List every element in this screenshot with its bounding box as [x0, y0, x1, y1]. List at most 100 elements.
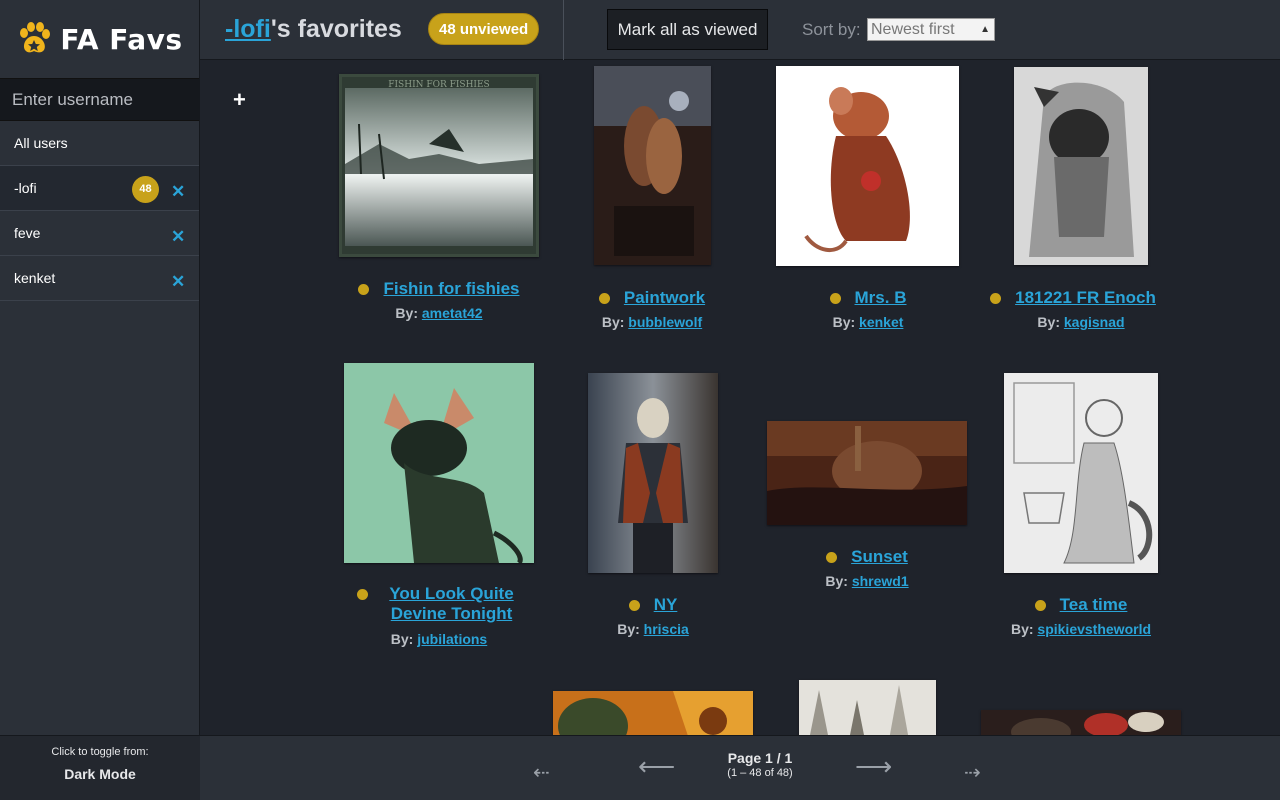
sort-select[interactable]: Newest first ▲: [867, 18, 995, 41]
submission-title-link[interactable]: Paintwork: [624, 288, 705, 308]
paw-icon: [20, 22, 51, 53]
unviewed-dot: [829, 293, 841, 304]
sidebar: FA Favs + All users -lofi 48 ✕ feve ✕ ke…: [0, 0, 246, 800]
card-title-row: Fishin for fishies: [339, 279, 539, 299]
thumbnail-partial[interactable]: [799, 680, 936, 735]
page-range: (1 – 48 of 48): [727, 767, 793, 779]
submission-author: By: bubblewolf: [572, 314, 732, 330]
page-number: Page 1 / 1: [727, 750, 793, 766]
submission-title-link[interactable]: Tea time: [1060, 595, 1128, 615]
favorites-gallery: FISHIN FOR FISHIES Fishin for fishies By…: [200, 60, 1280, 735]
thumbnail-fishin-for-fishies[interactable]: FISHIN FOR FISHIES: [339, 74, 539, 257]
add-user-bar: +: [0, 78, 246, 121]
sidebar-item-kenket[interactable]: kenket ✕: [0, 256, 199, 301]
thumbnail-sunset[interactable]: [767, 421, 967, 525]
thumbnail-partial[interactable]: [981, 710, 1181, 735]
mark-all-viewed-button[interactable]: Mark all as viewed: [607, 9, 768, 50]
submission-author: By: jubilations: [339, 631, 539, 647]
thumbnail-mrs-b[interactable]: [776, 66, 959, 266]
unviewed-dot: [826, 552, 838, 563]
by-label: By:: [395, 305, 418, 321]
remove-user-icon[interactable]: ✕: [171, 227, 185, 247]
pagination-bar: ⇠ ⟵ Page 1 / 1 (1 – 48 of 48) ⟶ ⇢: [200, 735, 1280, 800]
toggle-mode-label: Dark Mode: [64, 766, 136, 782]
sidebar-item-feve[interactable]: feve ✕: [0, 211, 199, 256]
toggle-hint: Click to toggle from:: [51, 746, 149, 758]
thumbnail-image: [776, 66, 959, 266]
sort-label: Sort by:: [802, 20, 861, 39]
page-indicator: Page 1 / 1 (1 – 48 of 48): [710, 750, 810, 779]
author-link[interactable]: ametat42: [422, 305, 483, 321]
unviewed-dot: [598, 293, 610, 304]
unviewed-dot: [628, 600, 640, 611]
unviewed-dot: [356, 589, 368, 600]
by-label: By:: [390, 631, 414, 647]
unviewed-badge: 48 unviewed: [428, 13, 540, 45]
thumbnail-partial[interactable]: [553, 691, 753, 735]
sidebar-item-label: kenket: [14, 270, 56, 286]
page-title: -lofi's favorites: [225, 15, 402, 44]
submission-title-link[interactable]: You Look Quite Devine Tonight: [382, 584, 522, 624]
remove-user-icon[interactable]: ✕: [171, 182, 185, 202]
author-link[interactable]: shrewd1: [852, 573, 909, 589]
sidebar-item-label: -lofi: [14, 180, 37, 196]
author-link[interactable]: spikievstheworld: [1037, 621, 1151, 637]
submission-author: By: kenket: [788, 314, 948, 330]
header-divider: [563, 0, 564, 60]
sidebar-item-lofi[interactable]: -lofi 48 ✕: [0, 166, 199, 211]
card-title-row: Sunset: [787, 547, 947, 567]
thumbnail-paintwork[interactable]: [594, 66, 711, 265]
svg-text:FISHIN FOR FISHIES: FISHIN FOR FISHIES: [388, 80, 489, 90]
by-label: By:: [1010, 621, 1034, 637]
author-link[interactable]: hriscia: [644, 621, 689, 637]
card-title-row: Paintwork: [572, 288, 732, 308]
last-page-arrow-icon[interactable]: ⇢: [964, 760, 981, 785]
thumbnail-image: [1014, 67, 1148, 265]
prev-page-arrow-icon[interactable]: ⟵: [638, 751, 675, 782]
author-link[interactable]: jubilations: [417, 631, 487, 647]
page-title-suffix: 's favorites: [270, 15, 402, 43]
submission-author: By: shrewd1: [787, 573, 947, 589]
first-page-arrow-icon[interactable]: ⇠: [533, 760, 550, 785]
submission-title-link[interactable]: Fishin for fishies: [383, 279, 519, 299]
remove-user-icon[interactable]: ✕: [171, 272, 185, 292]
next-page-arrow-icon[interactable]: ⟶: [855, 751, 892, 782]
sidebar-item-label: All users: [14, 135, 68, 151]
app-logo[interactable]: FA Favs: [0, 0, 199, 78]
sort-selected-value: Newest first: [871, 20, 955, 38]
author-link[interactable]: bubblewolf: [628, 314, 702, 330]
by-label: By:: [832, 314, 856, 330]
unviewed-dot: [358, 284, 370, 295]
submission-author: By: spikievstheworld: [996, 621, 1166, 637]
thumbnail-image: [799, 680, 936, 735]
submission-author: By: ametat42: [339, 305, 539, 321]
submission-title-link[interactable]: Mrs. B: [855, 288, 907, 308]
thumbnail-image: [594, 66, 711, 265]
thumbnail-181221-fr-enoch[interactable]: [1014, 67, 1148, 265]
header: -lofi's favorites 48 unviewed Mark all a…: [200, 0, 1280, 60]
thumbnail-image: [1004, 373, 1158, 573]
thumbnail-image: [344, 363, 534, 563]
thumbnail-ny[interactable]: [588, 373, 718, 573]
by-label: By:: [825, 573, 848, 589]
author-link[interactable]: kenket: [859, 314, 903, 330]
thumbnail-tea-time[interactable]: [1004, 373, 1158, 573]
card-title-row: 181221 FR Enoch: [976, 288, 1170, 308]
dark-mode-toggle[interactable]: Click to toggle from: Dark Mode: [0, 735, 200, 800]
chevron-down-icon: ▲: [980, 24, 990, 35]
author-link[interactable]: kagisnad: [1064, 314, 1125, 330]
submission-title-link[interactable]: NY: [654, 595, 678, 615]
sidebar-item-all-users[interactable]: All users: [0, 121, 199, 166]
submission-author: By: kagisnad: [976, 314, 1186, 330]
submission-title-link[interactable]: Sunset: [851, 547, 908, 567]
thumbnail-image: [588, 373, 718, 573]
thumbnail-image: [553, 691, 753, 735]
thumbnail-you-look-quite-devine-tonight[interactable]: [344, 363, 534, 563]
sidebar-item-label: feve: [14, 225, 41, 241]
card-title-row: You Look Quite Devine Tonight: [339, 584, 539, 624]
thumbnail-image: [767, 421, 967, 525]
submission-title-link[interactable]: 181221 FR Enoch: [1015, 288, 1156, 308]
unviewed-dot: [990, 293, 1002, 304]
user-link[interactable]: -lofi: [225, 15, 271, 43]
by-label: By:: [617, 621, 640, 637]
